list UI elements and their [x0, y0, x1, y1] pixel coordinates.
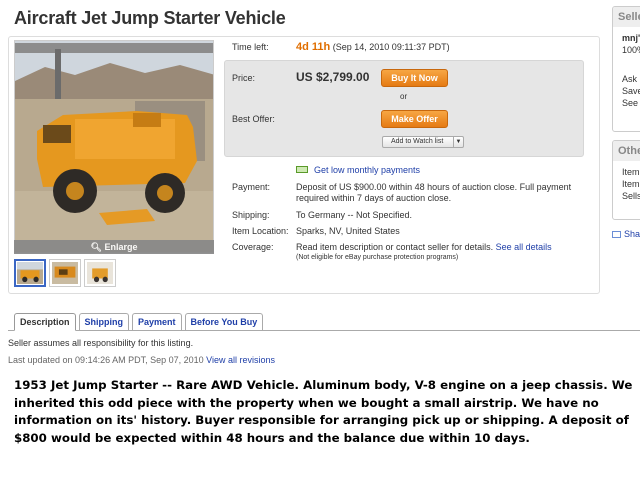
price-label: Price: — [232, 73, 256, 83]
thumbnail-image — [87, 262, 113, 284]
coverage-note: (Not eligible for eBay purchase protecti… — [296, 254, 459, 261]
share-label: Sha — [624, 229, 640, 239]
tab-before-you-buy[interactable]: Before You Buy — [184, 313, 264, 330]
tab-shipping[interactable]: Shipping — [78, 313, 130, 330]
payment-line-2: required within 7 days of auction close. — [296, 193, 452, 203]
payment-line-1: Deposit of US $900.00 within 48 hours of… — [296, 182, 572, 192]
seller-responsibility-note: Seller assumes all responsibility for th… — [8, 338, 194, 348]
thumbnail-strip — [14, 259, 116, 287]
tab-description[interactable]: Description — [14, 313, 76, 331]
time-left-label: Time left: — [232, 42, 269, 52]
time-left-remaining: 4d 11h — [296, 41, 331, 53]
other-info-heading: Othe — [613, 141, 640, 161]
time-left-end: (Sep 14, 2010 09:11:37 PDT) — [332, 42, 450, 52]
seller-info-box: Selle mnj' 100% Ask Save See — [612, 6, 640, 132]
item-location-label: Item Location: — [232, 226, 289, 236]
other-info-box: Othe Item Item Sells — [612, 140, 640, 220]
see-all-details-link[interactable]: See all details — [496, 242, 552, 252]
other-info-item: Item — [622, 167, 640, 177]
thumbnail-3[interactable] — [84, 259, 116, 287]
thumbnail-2[interactable] — [49, 259, 81, 287]
thumbnail-image — [52, 262, 78, 284]
item-title: Aircraft Jet Jump Starter Vehicle — [14, 8, 286, 28]
payment-label: Payment: — [232, 182, 271, 192]
make-offer-button[interactable]: Make Offer — [381, 110, 448, 128]
chevron-down-icon[interactable]: ▼ — [453, 137, 463, 147]
buy-it-now-button[interactable]: Buy It Now — [381, 69, 448, 87]
view-all-revisions-link[interactable]: View all revisions — [206, 355, 275, 365]
payment-value: Deposit of US $900.00 within 48 hours of… — [296, 182, 586, 204]
item-description: 1953 Jet Jump Starter -- Rare AWD Vehicl… — [14, 377, 634, 447]
save-seller-link[interactable]: Save — [613, 85, 640, 97]
other-info-item: Sells — [622, 191, 640, 201]
coverage-text: Read item description or contact seller … — [296, 242, 494, 252]
vehicle-photo — [15, 41, 213, 252]
main-photo[interactable] — [14, 40, 214, 253]
credit-card-icon — [296, 166, 308, 173]
thumbnail-1[interactable] — [14, 259, 46, 287]
item-location-value: Sparks, NV, United States — [296, 226, 400, 236]
best-offer-label: Best Offer: — [232, 114, 275, 124]
last-updated-text: Last updated on 09:14:26 AM PDT, Sep 07,… — [8, 355, 204, 365]
thumbnail-image — [17, 262, 43, 284]
share-link[interactable]: Sha — [612, 229, 640, 239]
other-info-item: Item — [622, 179, 640, 189]
see-other-items-link[interactable]: See — [613, 97, 640, 109]
time-left-value: 4d 11h (Sep 14, 2010 09:11:37 PDT) — [296, 41, 450, 53]
low-monthly-payments-link[interactable]: Get low monthly payments — [314, 165, 420, 175]
tab-payment[interactable]: Payment — [132, 313, 182, 330]
seller-name-link[interactable]: mnj' — [613, 27, 640, 44]
description-line: inherited this odd piece with the proper… — [14, 395, 599, 410]
seller-feedback-percent: 100% — [622, 45, 640, 55]
coverage-value: Read item description or contact seller … — [296, 242, 552, 252]
description-line: $800 would be expected within 48 hours a… — [14, 430, 530, 445]
description-line: information on its' history. Buyer respo… — [14, 413, 629, 427]
enlarge-button[interactable]: 🔍︎ Enlarge — [14, 240, 214, 254]
description-tabs: Description Shipping Payment Before You … — [14, 313, 264, 331]
add-to-watch-list-button[interactable]: Add to Watch list ▼ — [382, 136, 464, 148]
price-value: US $2,799.00 — [296, 70, 370, 84]
mail-icon — [612, 231, 621, 239]
shipping-value: To Germany -- Not Specified. — [296, 210, 413, 220]
last-updated: Last updated on 09:14:26 AM PDT, Sep 07,… — [8, 355, 275, 365]
zoom-icon: 🔍︎ — [90, 242, 105, 252]
shipping-label: Shipping: — [232, 210, 270, 220]
coverage-label: Coverage: — [232, 242, 274, 252]
seller-info-heading: Selle — [613, 7, 640, 27]
or-separator: or — [400, 92, 408, 101]
watch-list-label: Add to Watch list — [391, 138, 444, 145]
ask-seller-link[interactable]: Ask — [613, 56, 640, 85]
description-line: 1953 Jet Jump Starter -- Rare AWD Vehicl… — [14, 378, 633, 392]
